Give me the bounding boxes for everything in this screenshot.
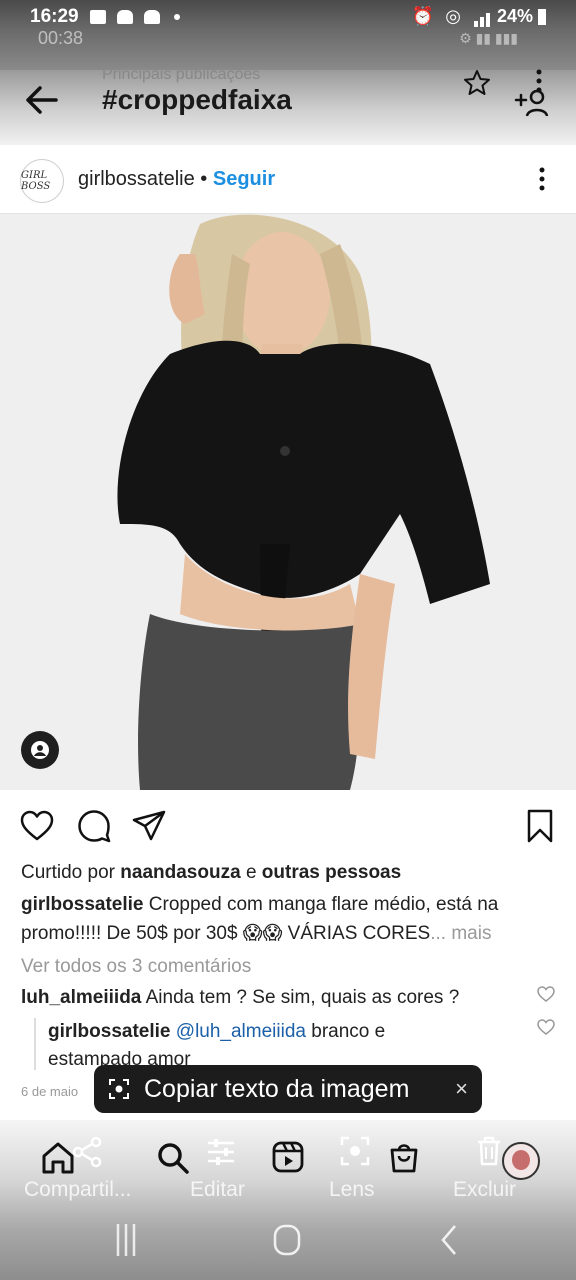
post-image[interactable] <box>0 214 576 790</box>
copy-text-toast[interactable]: Copiar texto da imagem × <box>94 1065 482 1113</box>
avatar-logo-text: GIRL BOSS <box>21 170 51 192</box>
liked-by-prefix: Curtido por <box>21 862 115 883</box>
post-more-icon[interactable] <box>538 167 546 191</box>
comment-1-user[interactable]: luh_almeiiida <box>21 987 141 1008</box>
home-button-icon[interactable] <box>272 1222 302 1258</box>
profile-avatar-icon[interactable] <box>502 1142 540 1180</box>
add-user-icon[interactable] <box>514 88 550 118</box>
more-notifications-icon <box>173 13 180 20</box>
page-title: #croppedfaixa <box>102 84 292 115</box>
status-time: 16:29 <box>30 6 180 28</box>
copy-text-label: Copiar texto da imagem <box>144 1075 410 1103</box>
recent-apps-icon[interactable] <box>114 1222 138 1258</box>
home-icon[interactable] <box>40 1140 76 1176</box>
heart-icon[interactable] <box>19 808 55 844</box>
comment-1-text: Ainda tem ? Se sim, quais as cores ? <box>145 987 460 1008</box>
comment-2-user[interactable]: girlbossatelie <box>48 1021 171 1042</box>
person-icon <box>31 741 49 759</box>
comment-2: girlbossatelie @luh_almeiiida branco e <box>48 1021 385 1043</box>
liked-by-and: e <box>245 862 257 883</box>
view-all-comments[interactable]: Ver todos os 3 comentários <box>21 956 251 978</box>
top-header: Principais publicações #croppedfaixa <box>0 66 576 145</box>
caption-line-1: girlbossatelie Cropped com manga flare m… <box>21 894 498 916</box>
comment-icon[interactable] <box>76 808 112 844</box>
post-author: girlbossatelie • Seguir <box>78 168 275 191</box>
battery-icon <box>538 9 546 26</box>
post-header: GIRL BOSS girlbossatelie • Seguir <box>0 145 576 214</box>
caption-text-2: promo!!!!! De 50$ por 30$ 😱😱 VÁRIAS CORE… <box>21 923 431 944</box>
caption-username[interactable]: girlbossatelie <box>21 894 144 915</box>
bookmark-icon[interactable] <box>522 808 558 844</box>
status-time-text: 16:29 <box>30 6 79 27</box>
comment-1: luh_almeiiida Ainda tem ? Se sim, quais … <box>21 987 459 1009</box>
back-nav-icon[interactable] <box>438 1222 460 1258</box>
system-navigation-bar <box>0 1220 576 1280</box>
caption-line-2: promo!!!!! De 50$ por 30$ 😱😱 VÁRIAS CORE… <box>21 922 491 945</box>
avatar[interactable]: GIRL BOSS <box>20 159 64 203</box>
tagged-people-icon[interactable] <box>21 731 59 769</box>
lens-label[interactable]: Lens <box>329 1178 375 1202</box>
edit-label[interactable]: Editar <box>190 1178 245 1202</box>
comment-2-mention[interactable]: @luh_almeiiida <box>176 1021 306 1042</box>
paper-plane-icon[interactable] <box>131 808 167 844</box>
model-photo-illustration <box>0 214 576 790</box>
gallery-icon <box>89 9 106 24</box>
lens-icon[interactable] <box>340 1136 370 1166</box>
status-time-secondary: 00:38 <box>38 28 84 48</box>
reply-thread-line <box>34 1018 36 1070</box>
share-label[interactable]: Compartil... <box>24 1178 131 1202</box>
hotspot-icon: ◎ <box>445 6 461 26</box>
star-icon[interactable] <box>462 68 492 98</box>
status-right-secondary: ⚙ ▮▮ ▮▮▮ <box>459 30 518 46</box>
page-subtitle: Principais publicações <box>102 66 261 83</box>
share-icon[interactable] <box>72 1136 104 1168</box>
caption-more-link[interactable]: ... mais <box>430 923 491 944</box>
signal-icon <box>473 6 497 27</box>
status-bar: 16:29 00:38 ⏰ ◎ 24% ⚙ ▮▮ ▮▮▮ <box>0 0 576 70</box>
back-button[interactable] <box>22 80 62 120</box>
post-actions <box>0 796 576 856</box>
status-right: ⏰ ◎ 24% <box>412 6 546 27</box>
likes-line: Curtido por naandasouza e outras pessoas <box>21 862 401 884</box>
notification-bell-icon <box>144 9 161 24</box>
delete-label[interactable]: Excluir <box>453 1178 516 1202</box>
comment-like-heart-icon[interactable] <box>537 986 555 1002</box>
liked-by-user[interactable]: naandasouza <box>120 862 240 883</box>
arrow-left-icon <box>26 86 58 114</box>
search-icon[interactable] <box>155 1140 191 1176</box>
separator-dot: • <box>200 168 208 190</box>
battery-level: 24% <box>496 6 533 26</box>
text-scan-icon <box>109 1079 129 1099</box>
liked-by-others[interactable]: outras pessoas <box>262 862 401 883</box>
follow-button[interactable]: Seguir <box>213 168 275 190</box>
post-username[interactable]: girlbossatelie <box>78 168 195 190</box>
post-date: 6 de maio <box>21 1084 79 1099</box>
shop-icon[interactable] <box>387 1140 421 1174</box>
reply-like-heart-icon[interactable] <box>537 1019 555 1035</box>
edit-sliders-icon[interactable] <box>206 1138 236 1166</box>
caption-text-1: Cropped com manga flare médio, está na <box>148 894 499 915</box>
reels-icon[interactable] <box>271 1140 305 1174</box>
trash-icon[interactable] <box>476 1136 502 1166</box>
alarm-icon: ⏰ <box>411 6 435 26</box>
toast-close-button[interactable]: × <box>455 1076 468 1102</box>
notification-bell-icon <box>117 9 134 24</box>
comment-2-text: branco e <box>311 1021 386 1042</box>
